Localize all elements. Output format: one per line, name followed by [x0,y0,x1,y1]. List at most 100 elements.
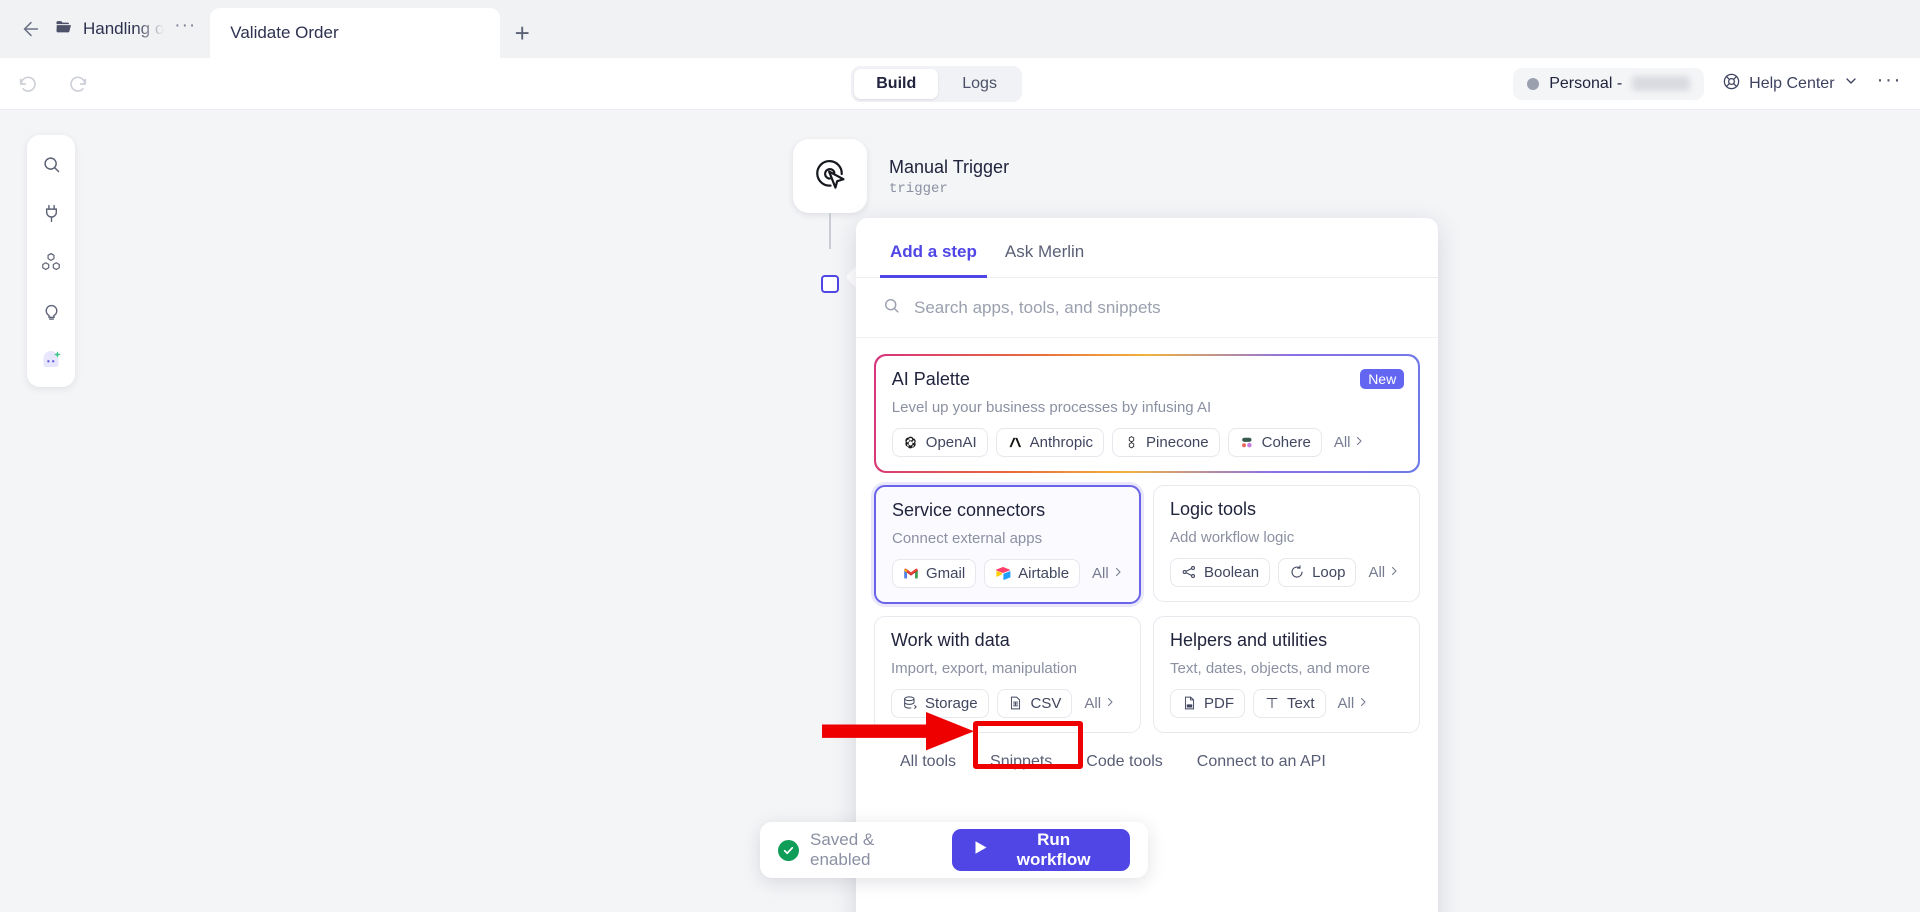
run-workflow-button[interactable]: Run workflow [952,829,1130,871]
cohere-icon [1239,434,1255,450]
chip-text[interactable]: Text [1253,688,1326,718]
search-icon [882,296,901,320]
chip-openai[interactable]: OpenAI [891,427,988,457]
tabstrip-left-group: Handling o ··· [0,8,210,50]
chip-anthropic[interactable]: Anthropic [995,427,1105,457]
picker-tab-list: Add a step Ask Merlin [856,218,1438,278]
pdf-file-icon [1181,695,1197,711]
all-link-work-with-data[interactable]: All [1084,695,1116,712]
tab-build[interactable]: Build [854,68,939,99]
gmail-icon [903,565,919,581]
workspace-label: Personal - [1549,74,1623,92]
chip-label: Pinecone [1146,433,1209,451]
workflow-edge [829,213,831,249]
link-code-tools[interactable]: Code tools [1086,753,1163,771]
connector-plug-icon[interactable] [36,198,66,228]
chip-csv[interactable]: CSV [996,688,1073,718]
card-subtitle: Level up your business processes by infu… [891,398,1212,416]
save-status: Saved & enabled [778,830,936,870]
add-tab-button[interactable]: + [500,8,544,58]
header-more-button[interactable]: ··· [1877,69,1902,91]
picker-search-row [856,278,1438,338]
picker-bottom-links: All tools Snippets Code tools Connect to… [874,733,1420,771]
breadcrumb-folder-label: Handling o [83,19,165,38]
lifebuoy-icon [1722,72,1741,96]
chip-storage[interactable]: Storage [891,688,989,718]
all-link-label: All [1333,433,1351,451]
chip-airtable[interactable]: Airtable [984,558,1081,588]
badge-new: New [1360,368,1405,389]
run-bar: Saved & enabled Run workflow [760,822,1148,878]
card-chip-row: Gmail Airtable All [892,558,1124,588]
trigger-node-icon-box[interactable] [793,139,867,213]
trigger-node-title: Manual Trigger [889,156,1010,177]
chip-boolean[interactable]: Boolean [1170,557,1271,587]
card-ai-palette[interactable]: New AI Palette Level up your business pr… [874,354,1420,473]
click-target-icon [809,153,851,200]
chip-cohere[interactable]: Cohere [1227,427,1322,457]
save-status-label: Saved & enabled [810,830,875,869]
workspace-switcher[interactable]: Personal - [1513,67,1705,100]
text-icon [1264,695,1280,711]
link-connect-to-an-api[interactable]: Connect to an API [1197,753,1326,771]
chip-pdf[interactable]: PDF [1170,688,1245,718]
chip-label: Boolean [1204,563,1260,581]
breadcrumb[interactable]: Handling o [54,17,164,42]
undo-icon[interactable] [14,70,42,98]
database-icon [902,695,918,711]
chip-label: Anthropic [1029,433,1094,451]
header-bar: Build Logs Personal - Help Center ··· [0,58,1920,110]
tab-add-a-step[interactable]: Add a step [880,242,987,278]
card-helpers-and-utilities[interactable]: Helpers and utilities Text, dates, objec… [1153,615,1420,733]
chip-label: OpenAI [925,433,977,451]
chip-label: Loop [1312,563,1346,581]
lightbulb-icon[interactable] [36,296,66,326]
chip-loop[interactable]: Loop [1278,557,1357,587]
blocks-icon[interactable] [36,247,66,277]
tab-strip: Handling o ··· Validate Order + [0,0,1920,58]
chip-gmail[interactable]: Gmail [892,558,977,588]
link-snippets[interactable]: Snippets [990,753,1052,771]
all-link-ai-palette[interactable]: All [1334,434,1366,451]
card-row-2: Work with data Import, export, manipulat… [874,615,1420,733]
redo-icon[interactable] [64,70,92,98]
chip-label: Text [1287,694,1315,712]
link-all-tools[interactable]: All tools [900,753,956,771]
picker-card-list: New AI Palette Level up your business pr… [856,338,1438,771]
all-link-logic-tools[interactable]: All [1368,564,1400,581]
chip-label: Storage [925,694,978,712]
all-link-label: All [1084,694,1102,712]
tab-validate-order[interactable]: Validate Order [210,8,501,58]
chip-pinecone[interactable]: Pinecone [1112,427,1220,457]
loop-icon [1289,564,1305,580]
help-center-button[interactable]: Help Center [1722,72,1858,96]
manual-trigger-node[interactable]: Manual Trigger trigger [793,139,1009,213]
workspace-name-redacted [1632,76,1691,91]
back-arrow-icon[interactable] [18,16,44,42]
card-chip-row: Storage CSV All [891,688,1124,718]
boolean-branch-icon [1181,564,1197,580]
workflow-canvas[interactable]: Manual Trigger trigger Add a step Ask Me… [0,110,1920,912]
add-step-panel: Add a step Ask Merlin New AI Palette Lev… [856,218,1438,912]
openai-icon [903,434,919,450]
add-step-connector-node[interactable] [821,275,839,293]
card-chip-row: PDF Text All [1170,688,1403,718]
chip-label: Airtable [1018,564,1070,582]
card-chip-row: OpenAI Anthropic Pinecone Cohere All [891,427,1402,457]
all-link-label: All [1092,564,1109,582]
breadcrumb-menu-button[interactable]: ··· [174,16,196,37]
help-center-label: Help Center [1749,74,1835,92]
search-icon[interactable] [36,149,66,179]
chip-label: Cohere [1261,433,1311,451]
card-logic-tools[interactable]: Logic tools Add workflow logic Boolean L… [1153,484,1420,602]
all-link-helpers[interactable]: All [1338,695,1370,712]
all-link-service-connectors[interactable]: All [1092,565,1124,582]
card-subtitle: Import, export, manipulation [891,659,1077,677]
tab-ask-merlin[interactable]: Ask Merlin [995,242,1094,278]
tab-logs[interactable]: Logs [940,69,1019,99]
merlin-ai-icon[interactable] [36,345,66,375]
trigger-node-text: Manual Trigger trigger [889,156,1009,197]
card-service-connectors[interactable]: Service connectors Connect external apps… [874,484,1141,604]
search-input[interactable] [914,297,1412,318]
card-work-with-data[interactable]: Work with data Import, export, manipulat… [874,615,1141,733]
